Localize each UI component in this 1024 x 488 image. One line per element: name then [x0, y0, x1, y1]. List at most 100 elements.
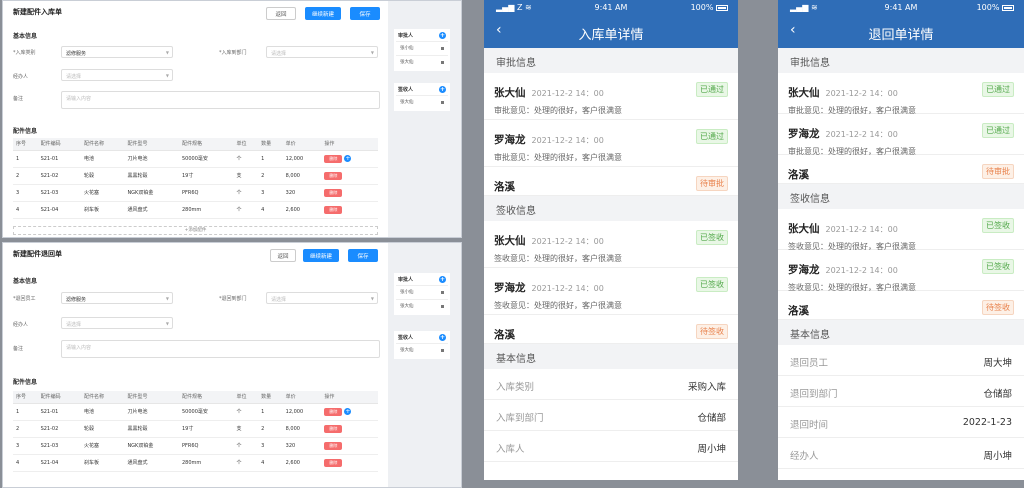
table-cell: 刹车板 [81, 454, 125, 472]
handler-select[interactable]: 请选择 ▼ [61, 69, 173, 81]
dept-select-placeholder: 请选择 [271, 297, 287, 303]
table-cell: 2,600 [282, 201, 322, 219]
delete-button[interactable]: 删除 [324, 424, 343, 433]
handler-select[interactable]: 请选择 ▼ [61, 317, 173, 329]
return-detail-phone: ▂▄▆ ≋ 9:41 AM 100% ‹ 退回单详情 审批信息 张大仙 2021-1… [778, 0, 1024, 480]
add-row-icon[interactable]: + [344, 154, 352, 162]
info-label: 退回时间 [790, 420, 829, 431]
dept-select-placeholder: 请选择 [271, 51, 287, 57]
column-header: 配件型号 [124, 138, 179, 151]
approver-name: 张小仙 [400, 46, 414, 51]
receiver-name: 张大仙 [400, 100, 414, 105]
approver-item[interactable]: 张小仙 [396, 285, 448, 299]
remove-icon[interactable] [441, 61, 444, 64]
delete-button[interactable]: 删除 [324, 441, 343, 450]
handler-select-placeholder: 请选择 [66, 322, 82, 328]
person-row: 罗海龙 2021-12-2 14：00 已通过 审批意见：处理的很好，客户很满意 [484, 120, 738, 167]
table-cell: 320 [282, 437, 322, 455]
receiver-item[interactable]: 张大仙 [396, 95, 448, 109]
employee-select[interactable]: 滤修服务 ▼ [61, 292, 173, 304]
receiver-item[interactable]: 张大仙 [396, 343, 448, 357]
table-cell: 280mm [178, 454, 234, 472]
table-cell: S21-04 [37, 201, 81, 219]
status-badge: 待审批 [696, 176, 728, 191]
delete-button[interactable]: 删除 [324, 407, 343, 416]
add-row-icon[interactable]: + [344, 407, 352, 415]
back-button[interactable]: 返回 [270, 249, 296, 262]
battery-icon [1002, 4, 1014, 11]
continue-new-button[interactable]: 继续新建 [305, 7, 341, 20]
timestamp: 2021-12-2 14：00 [531, 89, 604, 98]
info-row: 入库人 周小坤 [484, 431, 738, 462]
table-cell: 4 [13, 454, 38, 472]
table-row: 2 S21-02 轮毂 黑黑轮毂 19寸支 2 8,000 删除 [13, 420, 378, 438]
table-cell: 280mm [178, 201, 234, 219]
add-receiver-icon[interactable]: + [439, 86, 446, 93]
section-header: 签收信息 [484, 196, 738, 221]
add-part-button[interactable]: +添加配件 [13, 226, 378, 235]
chevron-down-icon: ▼ [165, 50, 169, 55]
return-form-sidebar: 审批人 + 张小仙 张大仙 签收人 + 张大仙 [388, 243, 461, 487]
status-bar: ▂▄▆ Z ≋ 9:41 AM 100% [484, 0, 738, 17]
add-receiver-icon[interactable]: + [439, 334, 446, 341]
table-cell: 支 [233, 420, 259, 438]
remove-icon[interactable] [441, 101, 444, 104]
type-select[interactable]: 滤修服务 ▼ [61, 46, 173, 58]
table-cell: 个 [233, 454, 259, 472]
dept-select[interactable]: 请选择 ▼ [266, 292, 378, 304]
table-cell: 个 [233, 150, 259, 168]
remove-icon[interactable] [441, 47, 444, 50]
table-cell: S21-02 [37, 420, 81, 438]
table-row: 3 S21-03 火花塞 NGK双铂金 PFR6Q 个 3 320 删除 [13, 184, 378, 202]
approver-item[interactable]: 张大仙 [396, 55, 448, 69]
approver-title-text: 审批人 [398, 33, 414, 39]
info-value: 仓储部 [697, 413, 726, 424]
person-row: 洛溪 待审批 [484, 167, 738, 196]
delete-button[interactable]: 删除 [324, 188, 343, 197]
delete-button[interactable]: 删除 [324, 171, 343, 180]
status-badge: 已通过 [982, 123, 1014, 138]
person-name: 张大仙 [494, 235, 526, 247]
save-button[interactable]: 保存 [348, 249, 378, 262]
add-approver-icon[interactable]: + [439, 32, 446, 39]
table-cell: 通风盘式 [124, 454, 179, 472]
column-header: 配件规格 [178, 391, 234, 404]
action-cell: 删除 [321, 167, 378, 185]
inbound-form-panel: 新建配件入库单 返回 继续新建 保存 基本信息 *入库类别 滤修服务 ▼ *入库到… [2, 0, 462, 238]
table-cell: S21-01 [37, 150, 81, 168]
handler-select-placeholder: 请选择 [66, 74, 82, 80]
continue-new-button[interactable]: 继续新建 [303, 249, 339, 262]
remove-icon[interactable] [441, 291, 444, 294]
info-label: 入库类别 [496, 382, 535, 393]
section-basic: 基本信息 [13, 33, 38, 40]
person-row: 张大仙 2021-12-2 14：00 已通过 审批意见：处理的很好，客户很满意 [484, 73, 738, 120]
action-cell: 删除 [321, 184, 378, 202]
remove-icon[interactable] [441, 305, 444, 308]
approver-item[interactable]: 张大仙 [396, 299, 448, 313]
info-value: 2022-1-23 [962, 417, 1012, 428]
person-name: 罗海龙 [788, 128, 820, 140]
note-textarea[interactable]: 请输入内容 [61, 340, 380, 358]
dept-select[interactable]: 请选择 ▼ [266, 46, 378, 58]
info-value: 采购入库 [687, 382, 726, 393]
remove-icon[interactable] [441, 349, 444, 352]
back-button[interactable]: 返回 [266, 7, 296, 20]
delete-button[interactable]: 删除 [324, 154, 343, 163]
person-row: 罗海龙 2021-12-2 14：00 已签收 签收意见：处理的很好，客户很满意 [778, 250, 1024, 292]
battery-icon [716, 4, 728, 11]
table-cell: 3 [13, 184, 38, 202]
approver-title: 审批人 + [396, 275, 448, 285]
table-cell: 刀片电池 [124, 403, 179, 421]
chevron-down-icon: ▼ [370, 50, 374, 55]
column-header: 单位 [233, 138, 259, 151]
info-row: 经办人 周小坤 [778, 438, 1024, 469]
add-approver-icon[interactable]: + [439, 276, 446, 283]
info-row: 退回时间 2022-1-23 [778, 407, 1024, 438]
approver-item[interactable]: 张小仙 [396, 41, 448, 55]
table-cell: PFR6Q [178, 437, 234, 455]
note-textarea[interactable]: 请输入内容 [61, 91, 380, 109]
delete-button[interactable]: 删除 [324, 205, 343, 214]
table-cell: 黑黑轮毂 [124, 167, 179, 185]
save-button[interactable]: 保存 [350, 7, 380, 20]
delete-button[interactable]: 删除 [324, 458, 343, 467]
